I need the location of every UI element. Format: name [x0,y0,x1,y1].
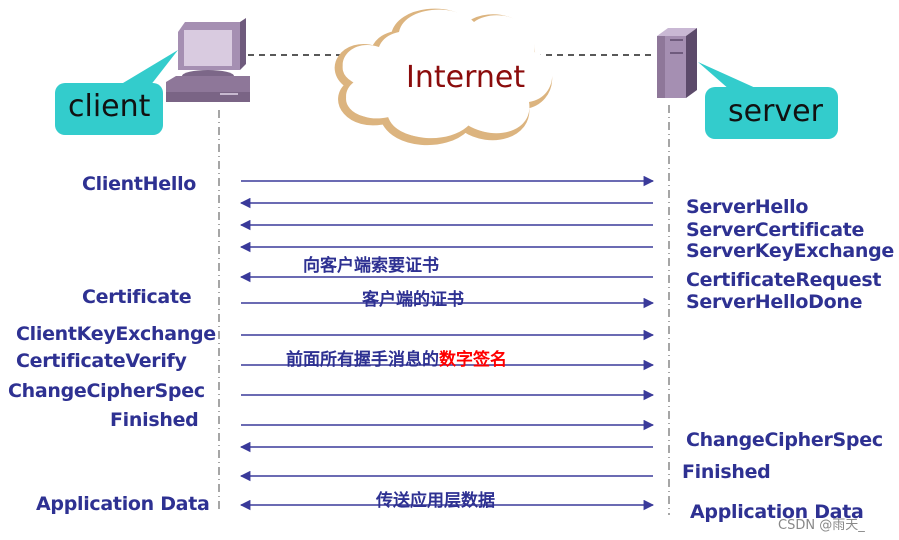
annotation-signature: 前面所有握手消息的数字签名 [286,350,507,370]
client-msg-finished: Finished [110,409,199,431]
tower-server-icon [657,28,697,98]
server-msg-serverkeyexchange: ServerKeyExchange [686,240,895,262]
client-label: client [68,89,151,124]
client-msg-application-data: Application Data [36,493,210,515]
internet-label: Internet [406,60,526,95]
server-msg-certificaterequest: CertificateRequest [686,269,882,291]
client-msg-clientkeyexchange: ClientKeyExchange [16,323,216,345]
server-msg-changecipherspec: ChangeCipherSpec [686,429,883,451]
server-msg-finished: Finished [682,461,771,483]
server-msg-serverhellodone: ServerHelloDone [686,291,863,313]
client-msg-changecipherspec: ChangeCipherSpec [8,380,205,402]
annotation-client-certificate: 客户端的证书 [362,290,464,310]
watermark: CSDN @雨天_ [778,518,865,533]
annotation-application-data: 传送应用层数据 [376,491,495,511]
arrow-layer [239,175,655,511]
annotation-certificate-request: 向客户端索要证书 [303,256,439,276]
client-msg-certificateverify: CertificateVerify [16,350,187,372]
server-label: server [728,94,823,129]
client-msg-clienthello: ClientHello [82,173,197,195]
desktop-computer-icon [166,18,250,102]
server-msg-serverhello: ServerHello [686,196,809,218]
annotation-signature-prefix: 前面所有握手消息的 [286,350,439,370]
annotation-signature-highlight: 数字签名 [439,350,507,370]
server-msg-servercertificate: ServerCertificate [686,219,865,241]
client-msg-certificate: Certificate [82,286,192,308]
